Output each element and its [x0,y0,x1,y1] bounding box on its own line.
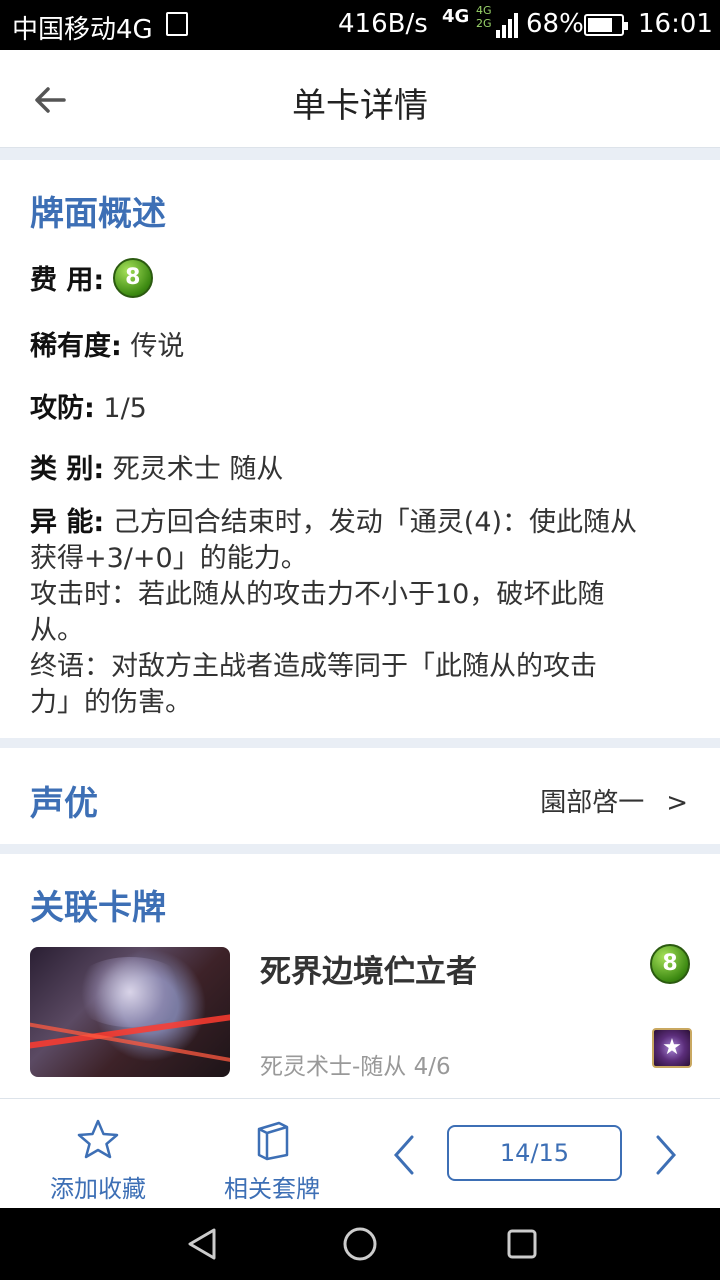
stats-value: 1/5 [103,393,147,424]
rarity-row: 稀有度: 传说 [30,324,184,363]
type-value: 死灵术士 随从 [112,454,284,485]
signal-icon [496,12,518,38]
related-section: 关联卡牌 死界边境伫立者 死灵术士-随从 4/6 8 ★ [0,854,720,1100]
card-thumbnail[interactable] [30,947,230,1077]
chevron-right-icon: > [666,788,688,818]
page-title: 单卡详情 [292,86,428,126]
rarity-label: 稀有度: [30,331,122,362]
circle-home-icon [343,1227,377,1261]
previous-page-button[interactable] [390,1133,420,1177]
next-page-button[interactable] [650,1133,680,1177]
chevron-left-icon [393,1135,414,1175]
related-decks-label: 相关套牌 [224,1175,320,1203]
related-card-name[interactable]: 死界边境伫立者 [260,946,477,991]
related-card-meta: 死灵术士-随从 4/6 [260,1054,451,1080]
ability-line: 终语：对敌方主战者造成等同于「此随从的攻击 [30,651,597,682]
cost-label: 费 用: [30,265,105,296]
network-speed: 416B/s [338,9,428,39]
star-icon [77,1119,119,1159]
status-bar: 中国移动4G 416B/s 4G 4G 2G 68% 16:01 [0,0,720,50]
network-type-small: 4G 2G [476,4,492,30]
chevron-right-icon [656,1135,677,1175]
deck-box-icon [257,1121,289,1161]
voice-title: 声优 [30,784,98,824]
stats-row: 攻防: 1/5 [30,386,147,425]
ability-line: 己方回合结束时，发动「通灵(4)：使此随从 [112,507,638,538]
sim-icon [166,12,188,36]
type-row: 类 别: 死灵术士 随从 [30,447,283,486]
cost-row: 费 用: 8 [30,257,153,302]
ability-text: 异 能: 己方回合结束时，发动「通灵(4)：使此随从 获得+3/+0」的能力。 … [30,505,695,721]
cost-badge: 8 [112,257,153,298]
related-decks-button[interactable]: 相关套牌 [222,1117,322,1204]
overview-section: 牌面概述 费 用: 8 稀有度: 传说 攻防: 1/5 类 别: 死灵术士 随从… [0,160,720,738]
ability-line: 力」的伤害。 [30,687,192,718]
ability-line: 从。 [30,615,84,646]
triangle-back-icon [188,1228,216,1260]
star-badge-icon: ★ [652,1028,692,1068]
system-nav-bar [0,1208,720,1280]
clock: 16:01 [638,9,713,39]
rarity-value: 传说 [130,331,185,362]
ability-line: 攻击时：若此随从的攻击力不小于10，破坏此随 [30,579,605,610]
type-label: 类 别: [30,454,105,485]
stats-label: 攻防: [30,393,95,424]
add-favorite-button[interactable]: 添加收藏 [48,1117,148,1204]
related-title: 关联卡牌 [30,888,166,928]
square-recents-icon [507,1229,537,1259]
voice-actor-link[interactable]: 園部啓一 > [540,782,688,819]
nav-recents-button[interactable] [504,1226,540,1262]
header: 单卡详情 [0,50,720,148]
related-card-cost: 8 [650,944,690,984]
ability-line: 获得+3/+0」的能力。 [30,543,308,574]
add-favorite-label: 添加收藏 [50,1175,146,1203]
nav-home-button[interactable] [342,1226,378,1262]
nav-back-button[interactable] [184,1226,220,1262]
battery-percent: 68% [526,9,584,39]
ability-label: 异 能: [30,507,105,538]
bottom-action-bar: 添加收藏 相关套牌 14/15 [0,1098,720,1208]
page-indicator[interactable]: 14/15 [447,1125,622,1181]
carrier-name: 中国移动4G [12,15,153,45]
network-type: 4G [442,6,470,27]
battery-icon [584,14,628,36]
voice-section[interactable]: 声优 園部啓一 > [0,748,720,844]
overview-title: 牌面概述 [30,194,166,234]
voice-actor-name: 園部啓一 [540,788,645,818]
